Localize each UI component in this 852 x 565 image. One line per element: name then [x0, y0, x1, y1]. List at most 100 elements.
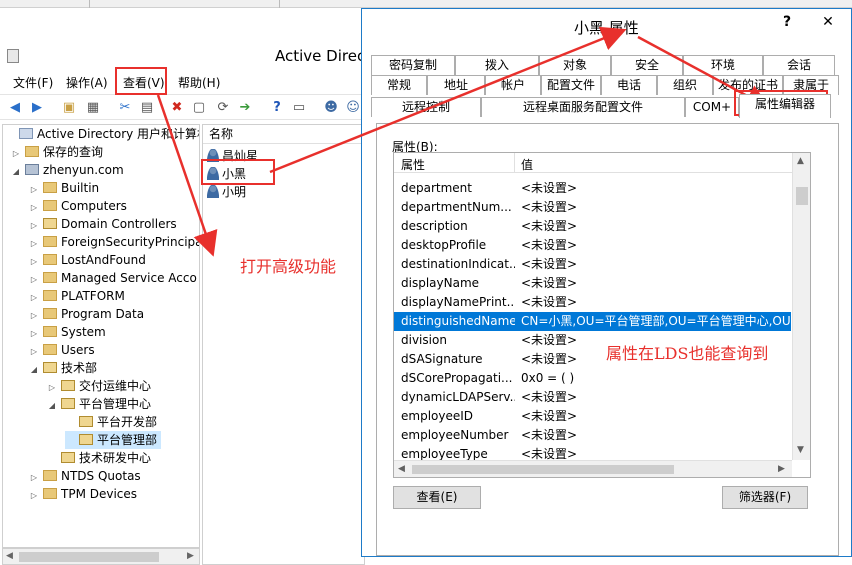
- tab-sessions[interactable]: 会话: [763, 55, 835, 75]
- attribute-row[interactable]: employeeID <未设置>: [394, 407, 791, 426]
- close-button[interactable]: ✕: [808, 14, 848, 34]
- scroll-down-icon[interactable]: ▼: [797, 445, 804, 455]
- attribute-row[interactable]: employeeNumber <未设置>: [394, 426, 791, 445]
- column-separator[interactable]: [514, 153, 515, 173]
- tree-item[interactable]: ▷ Managed Service Acco: [29, 269, 197, 287]
- groups-icon[interactable]: ☺: [344, 99, 362, 117]
- tree-item[interactable]: ▷ Builtin: [29, 179, 99, 197]
- tab-attribute-editor[interactable]: 属性编辑器: [739, 94, 831, 118]
- attribute-row[interactable]: desktopProfile <未设置>: [394, 236, 791, 255]
- up-folder-icon[interactable]: ▣: [60, 99, 78, 117]
- users-icon[interactable]: ☻: [322, 99, 340, 117]
- scroll-left-icon[interactable]: ◀: [6, 551, 13, 561]
- tab-address[interactable]: 地址: [427, 75, 485, 95]
- folder-icon: [43, 182, 57, 193]
- tree-item[interactable]: ▷ Domain Controllers: [29, 215, 177, 233]
- tree-item[interactable]: ▷ ForeignSecurityPrincipa: [29, 233, 199, 251]
- scroll-thumb[interactable]: [412, 465, 674, 474]
- folder-icon: [43, 488, 57, 499]
- back-icon[interactable]: ◀: [6, 99, 24, 117]
- tab-profile[interactable]: 配置文件: [541, 75, 601, 95]
- menu-file[interactable]: 文件(F): [13, 74, 53, 91]
- tab-environment[interactable]: 环境: [683, 55, 763, 75]
- ou-icon: [61, 380, 75, 391]
- tab-organization[interactable]: 组织: [657, 75, 713, 95]
- tab-rds-profile[interactable]: 远程桌面服务配置文件: [481, 97, 685, 117]
- tree-item[interactable]: ▷ Program Data: [29, 305, 144, 323]
- export-icon[interactable]: ➔: [236, 99, 254, 117]
- attribute-vertical-scrollbar[interactable]: ▲ ▼: [792, 153, 810, 460]
- tab-dial-in[interactable]: 拨入: [455, 55, 539, 75]
- console-icon[interactable]: ▭: [290, 99, 308, 117]
- tab-row-1: 密码复制 拨入 对象 安全 环境 会话: [371, 55, 844, 75]
- ou-icon: [43, 218, 57, 229]
- attribute-row[interactable]: description <未设置>: [394, 217, 791, 236]
- aduc-icon: [19, 128, 33, 139]
- attribute-value: <未设置>: [521, 276, 578, 290]
- filter-button[interactable]: 筛选器(F): [722, 486, 808, 509]
- tree-item[interactable]: ▷ 保存的查询: [11, 143, 103, 161]
- tab-password-replication[interactable]: 密码复制: [371, 55, 455, 75]
- tree-item[interactable]: ▷ TPM Devices: [29, 485, 137, 503]
- scroll-right-icon[interactable]: ▶: [778, 464, 785, 474]
- list-item[interactable]: 小明: [207, 183, 246, 201]
- tree-item[interactable]: 平台开发部: [65, 413, 157, 431]
- tree-root[interactable]: Active Directory 用户和计算机: [5, 125, 199, 143]
- tree-item[interactable]: ▷ LostAndFound: [29, 251, 146, 269]
- tree-item[interactable]: ◢ zhenyun.com: [11, 161, 124, 179]
- attribute-row[interactable]: department <未设置>: [394, 179, 791, 198]
- tab-object[interactable]: 对象: [539, 55, 611, 75]
- attribute-name: dSCorePropagati...: [401, 371, 513, 385]
- column-attribute[interactable]: 属性: [401, 156, 425, 173]
- attribute-name: desktopProfile: [401, 238, 487, 252]
- folder-icon: [25, 146, 39, 157]
- forward-icon[interactable]: ▶: [28, 99, 46, 117]
- column-header-name[interactable]: 名称: [203, 125, 364, 144]
- tree-item[interactable]: ▷ 交付运维中心: [47, 377, 151, 395]
- attribute-row[interactable]: displayNamePrint... <未设置>: [394, 293, 791, 312]
- tree-item[interactable]: ▷ NTDS Quotas: [29, 467, 141, 485]
- tab-remote-control[interactable]: 远程控制: [371, 97, 481, 117]
- scroll-thumb[interactable]: [796, 187, 808, 205]
- tab-telephones[interactable]: 电话: [601, 75, 657, 95]
- attribute-list-header: 属性 值: [394, 153, 792, 173]
- delete-icon[interactable]: ✖: [168, 99, 186, 117]
- menu-action[interactable]: 操作(A): [66, 74, 108, 91]
- menu-help[interactable]: 帮助(H): [178, 74, 220, 91]
- scroll-up-icon[interactable]: ▲: [797, 156, 804, 166]
- help-button[interactable]: ?: [772, 14, 802, 34]
- copy-icon[interactable]: ▤: [138, 99, 156, 117]
- attribute-row[interactable]: destinationIndicat... <未设置>: [394, 255, 791, 274]
- ou-icon: [79, 416, 93, 427]
- attribute-row[interactable]: departmentNum... <未设置>: [394, 198, 791, 217]
- tree-item[interactable]: ◢ 平台管理中心: [47, 395, 151, 413]
- tab-security[interactable]: 安全: [611, 55, 683, 75]
- refresh-icon[interactable]: ⟳: [214, 99, 232, 117]
- tree-item[interactable]: ▷ PLATFORM: [29, 287, 125, 305]
- tree-item[interactable]: ▷ System: [29, 323, 106, 341]
- scroll-left-icon[interactable]: ◀: [398, 464, 405, 474]
- tab-com-plus[interactable]: COM+: [685, 97, 739, 117]
- tree-item[interactable]: ▷ Computers: [29, 197, 127, 215]
- scroll-right-icon[interactable]: ▶: [187, 551, 194, 561]
- cut-icon[interactable]: ✂: [116, 99, 134, 117]
- attribute-row[interactable]: dSCorePropagati... 0x0 = ( ): [394, 369, 791, 388]
- tree-item[interactable]: ▷ Users: [29, 341, 95, 359]
- tab-general[interactable]: 常规: [371, 75, 427, 95]
- dialog-title: 小黑 属性: [574, 19, 639, 37]
- properties-icon[interactable]: ▢: [190, 99, 208, 117]
- scroll-thumb[interactable]: [19, 552, 159, 562]
- attribute-value: <未设置>: [521, 219, 578, 233]
- tree-item-selected[interactable]: 平台管理部: [65, 431, 162, 449]
- attribute-horizontal-scrollbar[interactable]: ◀ ▶: [394, 460, 792, 477]
- tab-account[interactable]: 帐户: [485, 75, 541, 95]
- tree-item[interactable]: ◢ 技术部: [29, 359, 97, 377]
- column-value[interactable]: 值: [521, 156, 533, 173]
- help-icon[interactable]: ?: [268, 99, 286, 117]
- attribute-row[interactable]: displayName <未设置>: [394, 274, 791, 293]
- attribute-row[interactable]: dynamicLDAPServ... <未设置>: [394, 388, 791, 407]
- attribute-row-selected[interactable]: distinguishedName CN=小黑,OU=平台管理部,OU=平台管理中…: [394, 312, 791, 331]
- show-tree-icon[interactable]: ▦: [84, 99, 102, 117]
- tree-item[interactable]: 技术研发中心: [47, 449, 151, 467]
- view-button[interactable]: 查看(E): [393, 486, 481, 509]
